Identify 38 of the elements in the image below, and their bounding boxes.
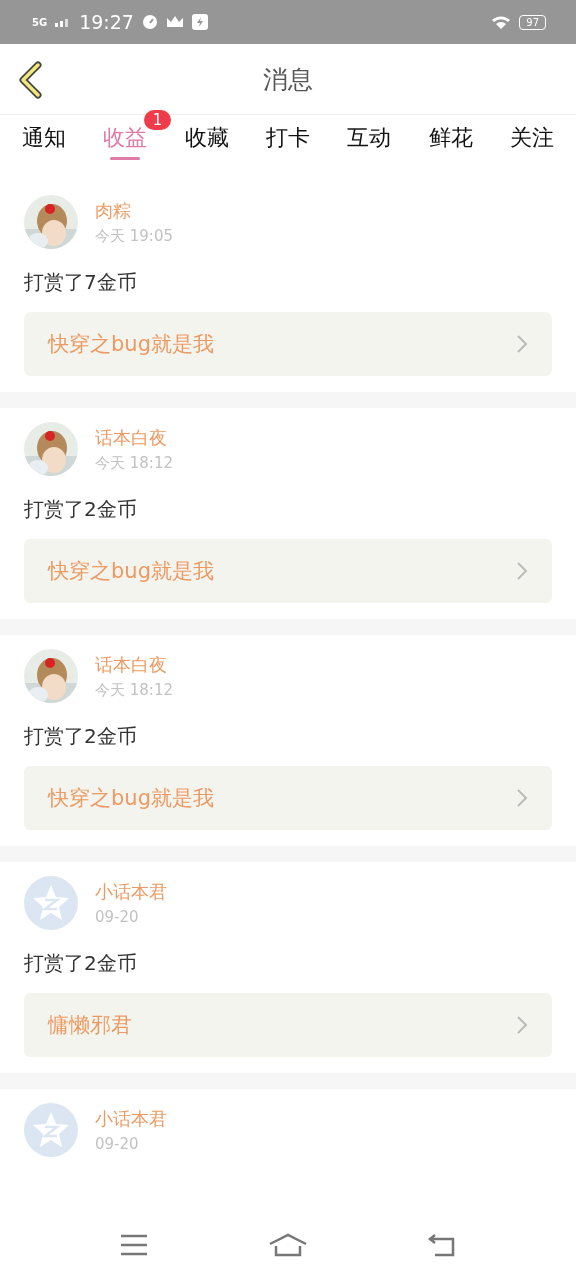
chevron-right-icon <box>516 1015 528 1035</box>
tab[interactable]: 互动 <box>347 115 392 171</box>
default-avatar-icon <box>24 1103 78 1157</box>
page-title: 消息 <box>263 63 313 96</box>
wifi-icon <box>491 14 512 30</box>
speedometer-icon <box>141 14 158 30</box>
default-avatar-icon <box>24 876 78 930</box>
user-name: 话本白夜 <box>95 425 168 450</box>
user-name: 小话本君 <box>95 1107 167 1131</box>
chevron-right-icon <box>516 561 528 581</box>
flash-icon <box>191 14 208 30</box>
message-text: 打赏了2金币 <box>24 723 138 750</box>
tab[interactable]: 通知 <box>22 115 66 171</box>
clock: 19:27 <box>79 11 134 33</box>
message-time: 09-20 <box>95 1135 140 1153</box>
message-time: 今天 18:12 <box>95 680 173 700</box>
user-name: 肉粽 <box>95 198 132 223</box>
user-name: 小话本君 <box>95 880 167 904</box>
tab[interactable]: 打卡 <box>266 115 310 171</box>
crown-icon <box>165 15 184 29</box>
tab[interactable]: 关注 <box>509 115 554 171</box>
count-badge: 1 <box>143 110 172 130</box>
message-time: 今天 19:05 <box>95 226 173 246</box>
battery-level: 97 <box>519 14 546 30</box>
tab[interactable]: 收藏 <box>184 115 229 171</box>
message-time: 09-20 <box>95 908 140 926</box>
message-text: 打赏了2金币 <box>24 496 138 523</box>
tab[interactable]: 鲜花 <box>428 115 473 171</box>
chevron-right-icon <box>516 334 528 354</box>
message-text: 打赏了7金币 <box>24 269 138 296</box>
menu-icon[interactable] <box>119 1233 150 1257</box>
home-icon[interactable] <box>268 1232 308 1258</box>
chevron-right-icon <box>516 788 528 808</box>
user-name: 话本白夜 <box>95 652 168 677</box>
message-time: 今天 18:12 <box>95 453 173 473</box>
message-text: 打赏了2金币 <box>24 950 138 977</box>
network-label: 5G <box>32 16 48 28</box>
back-nav-icon[interactable] <box>426 1233 457 1257</box>
